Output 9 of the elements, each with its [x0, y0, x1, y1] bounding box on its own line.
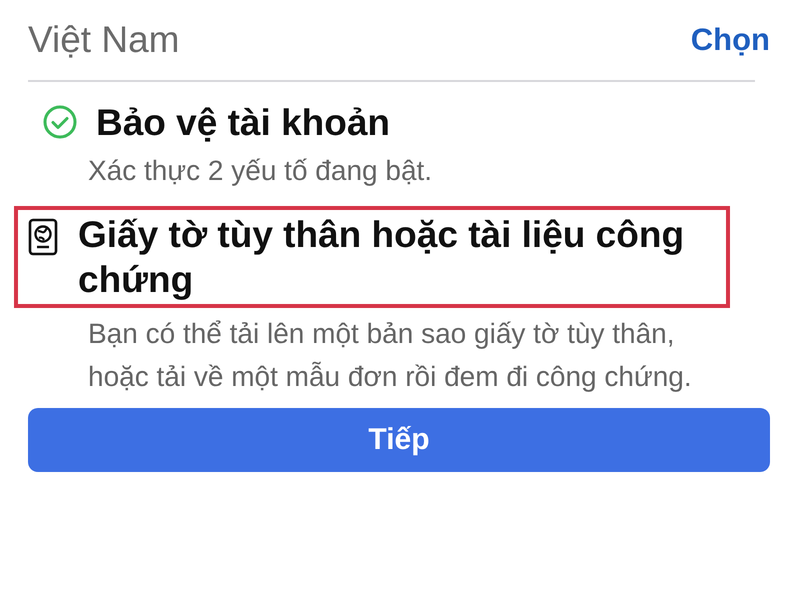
passport-icon	[28, 218, 58, 256]
option-description: Xác thực 2 yếu tố đang bật.	[88, 154, 434, 188]
next-button[interactable]: Tiếp	[28, 408, 770, 472]
country-name: Việt Nam	[28, 19, 180, 61]
option-title: Giấy tờ tùy thân hoặc tài liệu công chứng	[78, 213, 686, 302]
check-circle-icon	[42, 104, 78, 140]
option-description: Bạn có thể tải lên một bản sao giấy tờ tùy thân, hoặc tải về một mẫu đơn rồi đem đi công chứng.	[88, 317, 693, 394]
option-title: Bảo vệ tài khoản	[96, 101, 390, 145]
choose-link[interactable]: Chọn	[690, 22, 770, 58]
